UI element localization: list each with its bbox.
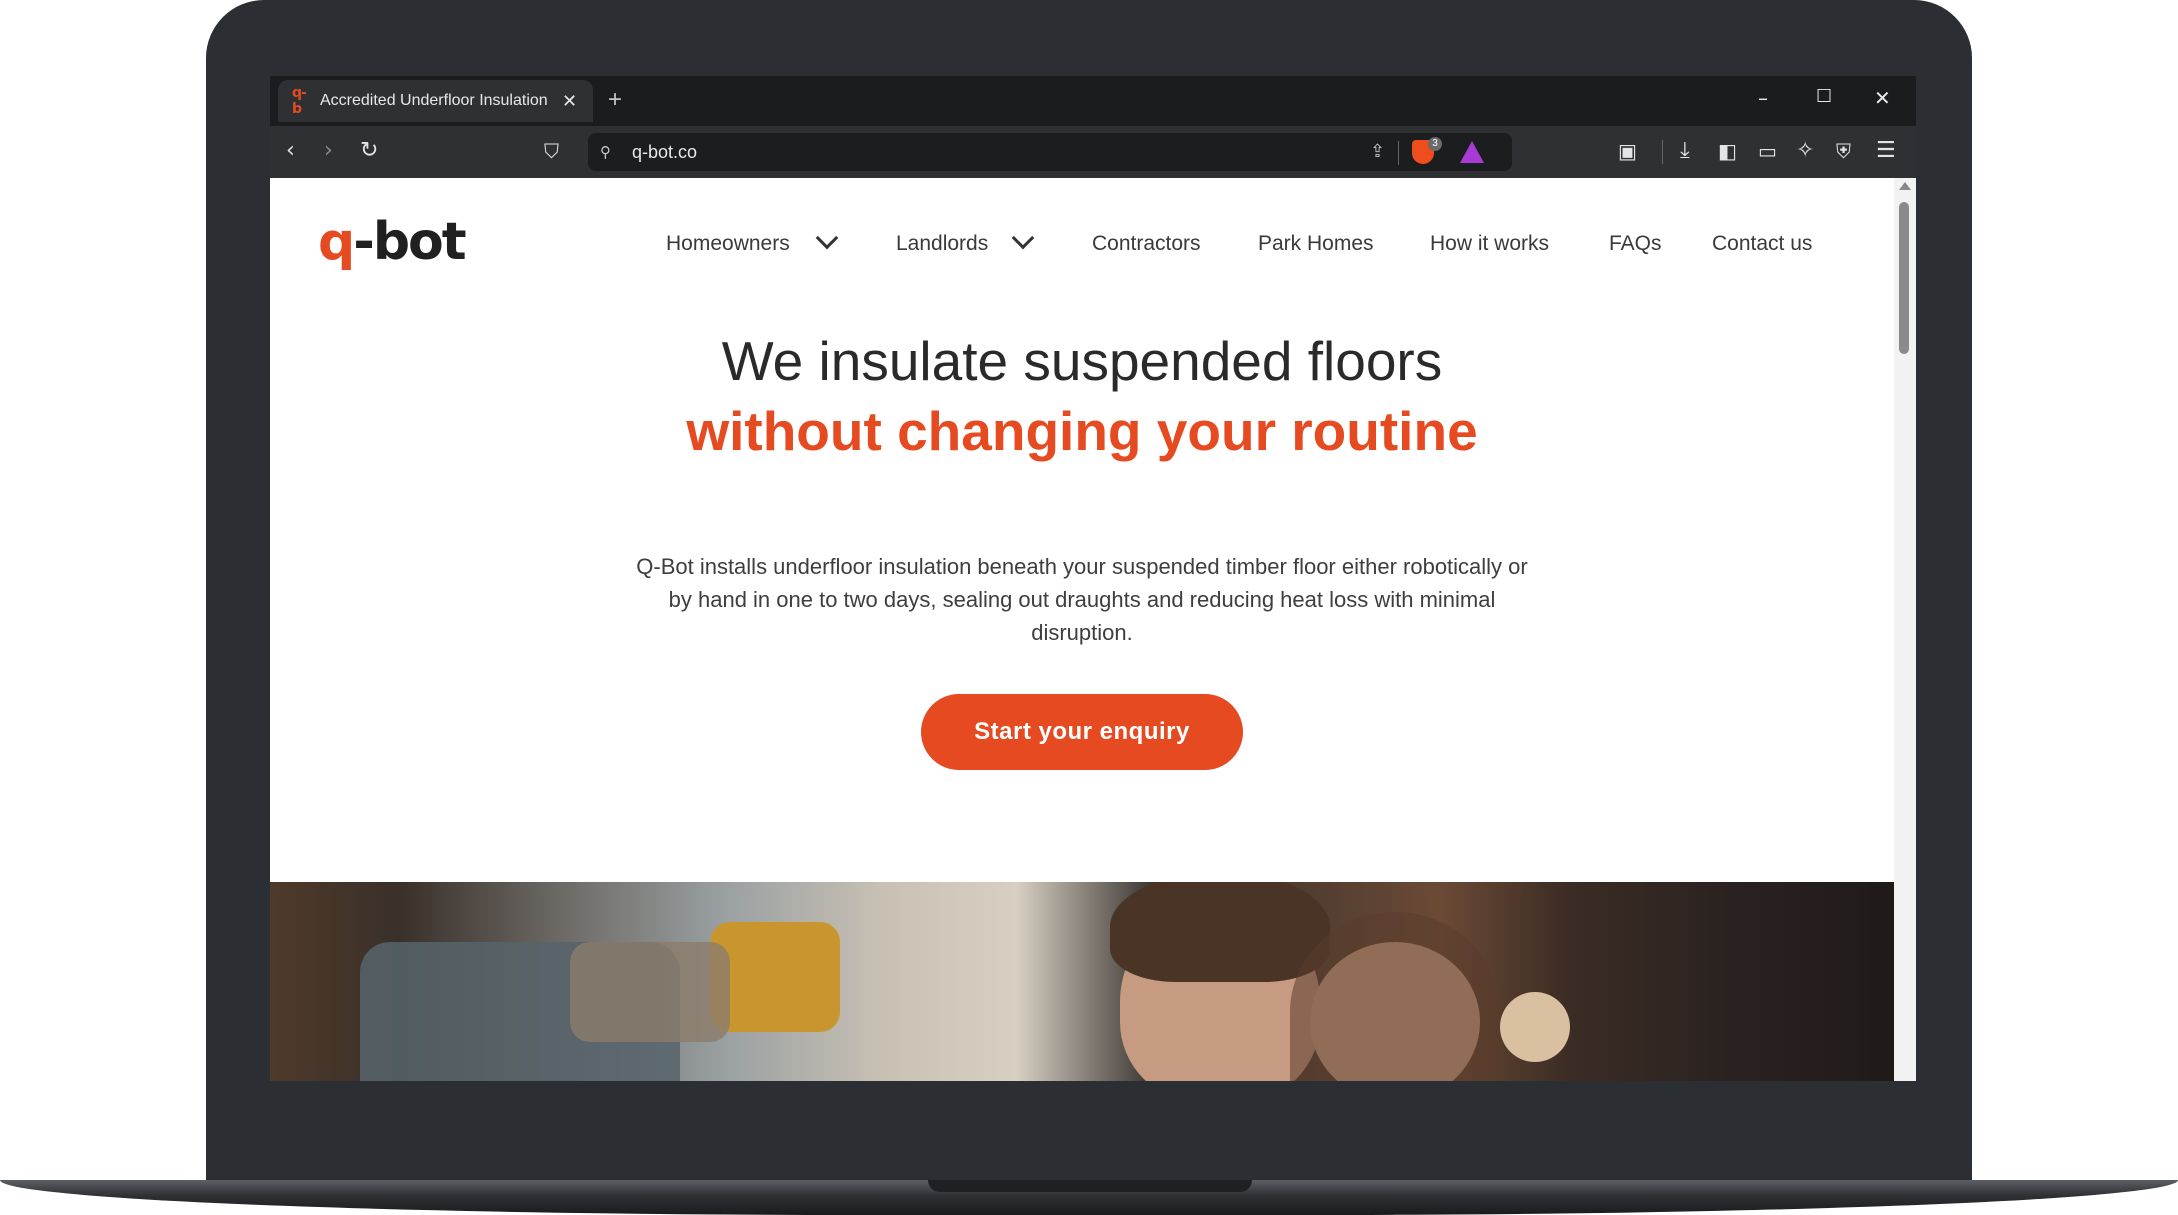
shields-count-badge: 3: [1428, 137, 1442, 151]
scroll-up-arrow[interactable]: [1899, 182, 1911, 190]
laptop-notch: [928, 1180, 1252, 1192]
separator: [1662, 140, 1663, 164]
logo-q: q: [318, 212, 355, 272]
nav-park-homes[interactable]: Park Homes: [1258, 232, 1374, 256]
browser-window: q-b Accredited Underfloor Insulation ✕ +…: [270, 76, 1916, 1081]
nav-how-it-works[interactable]: How it works: [1430, 232, 1549, 256]
person-hair-shape: [1110, 882, 1330, 982]
nav-contractors[interactable]: Contractors: [1092, 232, 1201, 256]
share-icon[interactable]: ⇪: [1370, 141, 1385, 162]
web-page: q-bot Homeowners Landlords Contractors P…: [270, 178, 1894, 1081]
download-icon[interactable]: ⤓: [1680, 138, 1690, 164]
site-info-icon[interactable]: ⚲: [600, 143, 611, 161]
start-enquiry-button[interactable]: Start your enquiry: [921, 694, 1243, 770]
browser-toolbar: ‹ › ↻ ⛉ ⚲ q-bot.co ⇪ 3 ▣ ⤓ ◧ ▭ ✧ ⛨ ☰: [270, 126, 1916, 178]
brave-rewards-icon[interactable]: [1460, 141, 1484, 163]
favicon-icon: q-b: [292, 85, 307, 117]
separator: [1398, 141, 1399, 165]
nav-contact-us[interactable]: Contact us: [1712, 232, 1812, 256]
qbot-logo[interactable]: q-bot: [318, 212, 467, 272]
tab-search-icon[interactable]: ▣: [1618, 138, 1637, 164]
hero-headline: We insulate suspended floors: [721, 330, 1443, 392]
tab-close-icon[interactable]: ✕: [562, 91, 577, 112]
nav-homeowners[interactable]: Homeowners: [666, 232, 790, 256]
nav-landlords[interactable]: Landlords: [896, 232, 988, 256]
maximize-button[interactable]: ☐: [1816, 86, 1832, 107]
globe-shape: [1500, 992, 1570, 1062]
leo-ai-icon[interactable]: ✧: [1796, 138, 1814, 164]
menu-icon[interactable]: ☰: [1876, 138, 1896, 164]
browser-tab[interactable]: q-b Accredited Underfloor Insulation ✕: [278, 80, 593, 122]
scrollbar-thumb[interactable]: [1899, 202, 1909, 354]
sidebar-icon[interactable]: ◧: [1718, 138, 1737, 164]
hero-headline-accent: without changing your routine: [686, 400, 1478, 462]
chevron-down-icon[interactable]: [815, 226, 839, 250]
reload-icon[interactable]: ↻: [360, 138, 378, 164]
hero-photo: [270, 882, 1894, 1081]
wallet-icon[interactable]: ▭: [1758, 138, 1777, 164]
address-bar[interactable]: ⚲ q-bot.co ⇪ 3: [588, 133, 1512, 171]
back-icon[interactable]: ‹: [286, 138, 295, 164]
bookmark-icon[interactable]: ⛉: [544, 138, 559, 164]
close-window-button[interactable]: ✕: [1874, 86, 1891, 110]
minimize-button[interactable]: –: [1758, 86, 1768, 110]
hero-description: Q-Bot installs underfloor insulation ben…: [636, 554, 1528, 645]
cushion-shape: [570, 942, 730, 1042]
tab-bar: q-b Accredited Underfloor Insulation ✕ +…: [270, 76, 1916, 126]
new-tab-button[interactable]: +: [608, 86, 622, 114]
url-text[interactable]: q-bot.co: [632, 142, 697, 163]
forward-icon[interactable]: ›: [324, 138, 333, 164]
vpn-icon[interactable]: ⛨: [1836, 138, 1851, 164]
chevron-down-icon[interactable]: [1011, 226, 1035, 250]
logo-text: -bot: [353, 212, 466, 272]
nav-faqs[interactable]: FAQs: [1609, 232, 1662, 256]
tab-title: Accredited Underfloor Insulation: [320, 92, 548, 109]
